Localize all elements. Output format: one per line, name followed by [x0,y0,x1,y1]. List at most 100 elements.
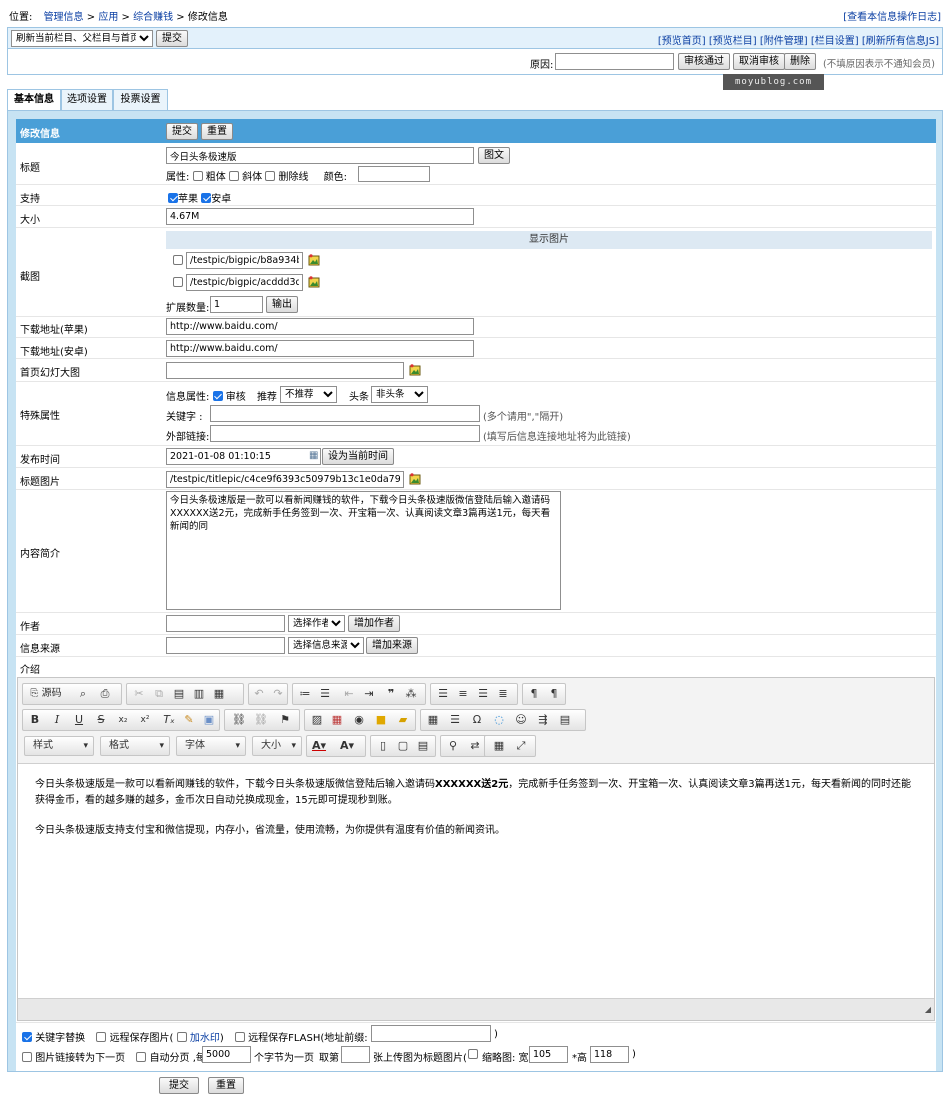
publish-time-input[interactable] [166,448,321,465]
rtl-icon[interactable]: ¶ [544,684,564,704]
div-container-icon[interactable]: ⁂ [401,684,421,704]
image-picker-icon[interactable] [308,254,320,266]
cut-icon[interactable]: ✂ [129,684,149,704]
watermark-link[interactable]: 加水印 [190,1033,220,1044]
editor-content-area[interactable]: 今日头条极速版是一款可以看新闻赚钱的软件，下载今日头条极速版微信登陆后输入邀请码… [18,764,934,998]
refresh-js-link[interactable]: [刷新所有信息JS] [862,36,939,47]
remove-format-icon[interactable]: Tₓ [159,710,179,730]
watermark-checkbox[interactable] [176,1032,187,1042]
thumbnail-checkbox[interactable] [468,1049,478,1059]
unlink-icon[interactable]: ⛓ [251,710,271,730]
flash-prefix-input[interactable] [371,1025,491,1042]
expand-output-button[interactable]: 输出 [266,296,298,313]
outdent-icon[interactable]: ⇤ [339,684,359,704]
color-input[interactable] [358,166,430,182]
reason-input[interactable] [555,53,674,70]
keyword-replace-checkbox[interactable] [22,1032,32,1042]
file-icon[interactable]: ■ [371,710,391,730]
print-icon[interactable]: ⎙ [95,684,115,704]
table-icon[interactable]: ▦ [423,710,443,730]
tab-options[interactable]: 选项设置 [61,89,113,110]
external-link-input[interactable] [210,425,480,442]
image-picker-icon[interactable] [409,473,421,485]
new-page-icon[interactable]: ▢ [393,736,413,756]
emoticon-icon[interactable]: ◌ [489,710,509,730]
add-source-button[interactable]: 增加来源 [366,637,418,654]
take-index-input[interactable] [341,1046,370,1063]
anchor-icon[interactable]: ⚑ [275,710,295,730]
indent-icon[interactable]: ⇥ [359,684,379,704]
refresh-select[interactable]: 刷新当前栏目、父栏目与首页 [11,30,153,47]
headline-select[interactable]: 非头条 [371,386,428,403]
breadcrumb-item-manage[interactable]: 管理信息 [44,12,84,23]
align-center-icon[interactable]: ≡ [453,684,473,704]
header-submit-button[interactable]: 提交 [166,123,198,140]
underline-icon[interactable]: U [69,710,89,730]
recommend-select[interactable]: 不推荐 [280,386,337,403]
author-input[interactable] [166,615,285,632]
thumbnail-width-input[interactable] [529,1046,568,1063]
tab-vote[interactable]: 投票设置 [113,89,168,110]
auto-format-icon[interactable]: ▣ [199,710,219,730]
android-checkbox[interactable] [201,193,212,203]
title-image-text-button[interactable]: 图文 [478,147,510,164]
page-break-icon[interactable]: ⇶ [533,710,553,730]
breadcrumb-item-app[interactable]: 应用 [98,12,118,23]
paste-text-icon[interactable]: ▥ [189,684,209,704]
summary-textarea[interactable]: 今日头条极速版是一款可以看新闻赚钱的软件，下载今日头条极速版微信登陆后输入邀请码… [166,491,561,610]
keyword-input[interactable] [210,405,480,422]
subscript-icon[interactable]: x₂ [113,710,133,730]
smiley-icon[interactable]: ☺ [511,710,531,730]
attachment-link[interactable]: [附件管理] [760,36,808,47]
fullscreen-icon[interactable]: ⤢ [511,736,531,756]
cancel-approve-button[interactable]: 取消审核 [733,53,785,70]
image-link-next-checkbox[interactable] [22,1052,32,1062]
flash-icon[interactable]: ▦ [327,710,347,730]
text-color-icon[interactable]: A▾ [309,736,329,756]
source-input[interactable] [166,637,285,654]
templates-icon[interactable]: ▤ [413,736,433,756]
find-icon[interactable]: ⚲ [443,736,463,756]
bold-icon[interactable]: B [25,710,45,730]
screenshot-1-checkbox[interactable] [173,255,183,265]
italic-checkbox[interactable] [228,171,239,181]
undo-icon[interactable]: ↶ [249,684,269,704]
size-combo[interactable]: 大小 [252,736,302,756]
link-icon[interactable]: ⛓ [229,710,249,730]
preview-column-link[interactable]: [预览栏目] [709,36,757,47]
image-picker-icon[interactable] [308,276,320,288]
tab-basic-info[interactable]: 基本信息 [7,89,61,111]
special-char-icon[interactable]: Ω [467,710,487,730]
strikethrough-icon[interactable]: S [91,710,111,730]
title-image-input[interactable] [166,471,404,488]
slide-image-input[interactable] [166,362,404,379]
bold-checkbox[interactable] [192,171,203,181]
screenshot-2-path[interactable] [186,274,303,291]
copy-icon[interactable]: ⧉ [149,684,169,704]
italic-icon[interactable]: I [47,710,67,730]
style-combo[interactable]: 样式 [24,736,94,756]
blockquote-icon[interactable]: ❞ [381,684,401,704]
preview-home-link[interactable]: [预览首页] [658,36,706,47]
show-blocks-icon[interactable]: ▦ [489,736,509,756]
toolbar-submit-button[interactable]: 提交 [156,30,188,47]
page-size-input[interactable] [202,1046,251,1063]
redo-icon[interactable]: ↷ [268,684,288,704]
horizontal-rule-icon[interactable]: ☰ [445,710,465,730]
bottom-submit-button[interactable]: 提交 [159,1077,199,1094]
remote-flash-checkbox[interactable] [234,1032,245,1042]
source-select[interactable]: 选择信息来源 [288,637,364,654]
ltr-icon[interactable]: ¶ [524,684,544,704]
column-settings-link[interactable]: [栏目设置] [811,36,859,47]
align-left-icon[interactable]: ☰ [433,684,453,704]
bottom-reset-button[interactable]: 重置 [208,1077,244,1094]
thumbnail-height-input[interactable] [590,1046,629,1063]
source-button[interactable]: ⎘ 源码 [25,684,67,704]
screenshot-2-checkbox[interactable] [173,277,183,287]
iframe-icon[interactable]: ▤ [555,710,575,730]
remote-save-image-checkbox[interactable] [96,1032,107,1042]
delete-button[interactable]: 删除 [784,53,816,70]
size-input[interactable] [166,208,474,225]
add-author-button[interactable]: 增加作者 [348,615,400,632]
calendar-icon[interactable]: ▦ [309,450,318,461]
